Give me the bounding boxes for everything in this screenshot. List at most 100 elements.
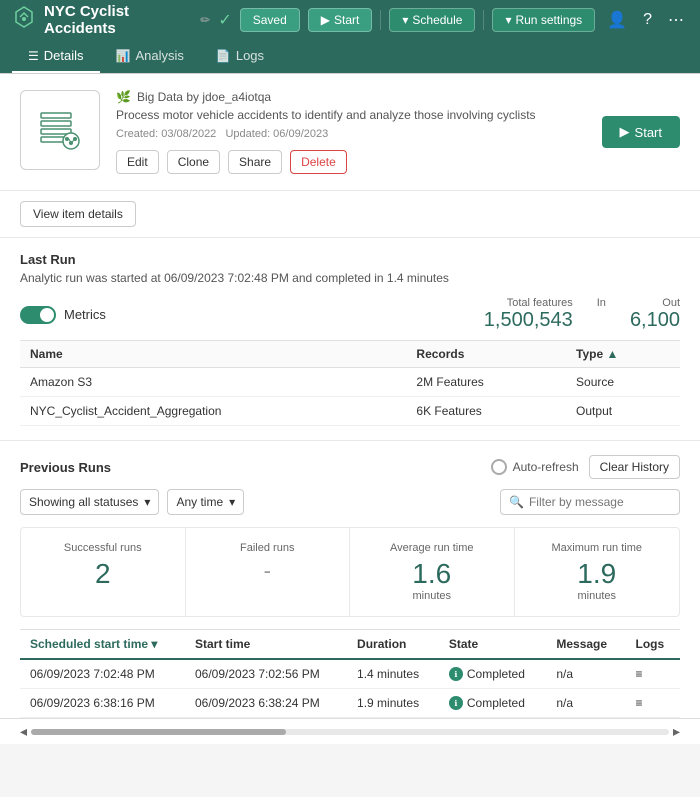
status-filter-chevron: ▾ <box>144 495 150 509</box>
schedule-button[interactable]: ▾ Schedule <box>389 8 475 32</box>
item-icon-box <box>20 90 100 170</box>
in-label: In <box>597 297 606 309</box>
out-label: Out <box>630 297 680 309</box>
help-icon-button[interactable]: ? <box>639 7 656 33</box>
metrics-toggle[interactable] <box>20 306 56 324</box>
run-row: 06/09/2023 6:38:16 PM 06/09/2023 6:38:24… <box>20 689 680 718</box>
state-label: Completed <box>467 696 525 710</box>
app-header: NYC Cyclist Accidents ✏ ✓ Saved ▶ Start … <box>0 0 700 40</box>
delete-button[interactable]: Delete <box>290 150 347 174</box>
edit-button[interactable]: Edit <box>116 150 159 174</box>
last-run-title: Last Run <box>20 252 680 267</box>
table-row: Amazon S3 2M Features Source <box>20 368 680 397</box>
tab-analysis[interactable]: 📊 Analysis <box>100 40 200 73</box>
run-start-time: 06/09/2023 6:38:24 PM <box>185 689 347 718</box>
run-logs[interactable]: ≡ <box>625 659 680 689</box>
saved-button[interactable]: Saved <box>240 8 300 32</box>
header-divider <box>380 10 381 30</box>
tab-details[interactable]: ☰ Details <box>12 40 100 73</box>
total-features-group: Total features 1,500,543 <box>484 297 573 332</box>
previous-runs-title: Previous Runs <box>20 460 111 475</box>
share-button[interactable]: Share <box>228 150 282 174</box>
max-run-time-stat: Maximum run time 1.9 minutes <box>515 528 680 616</box>
col-state[interactable]: State <box>439 630 546 660</box>
auto-refresh-radio[interactable] <box>491 459 507 475</box>
toggle-thumb <box>40 308 54 322</box>
max-run-time-label: Maximum run time <box>527 542 668 554</box>
run-scheduled: 06/09/2023 7:02:48 PM <box>20 659 185 689</box>
header-divider-2 <box>483 10 484 30</box>
runs-table: Scheduled start time ▾ Start time Durati… <box>20 629 680 718</box>
app-logo <box>12 5 36 35</box>
col-duration[interactable]: Duration <box>347 630 439 660</box>
row-name: NYC_Cyclist_Accident_Aggregation <box>20 397 406 426</box>
user-icon-button[interactable]: 👤 <box>603 6 631 34</box>
edit-title-icon[interactable]: ✏ <box>200 13 210 27</box>
out-group: Out 6,100 <box>630 297 680 332</box>
scroll-right-arrow[interactable]: ▸ <box>673 723 680 740</box>
max-run-time-unit: minutes <box>527 590 668 602</box>
run-row: 06/09/2023 7:02:48 PM 06/09/2023 7:02:56… <box>20 659 680 689</box>
row-type: Source <box>566 368 680 397</box>
nav-tabs: ☰ Details 📊 Analysis 📄 Logs <box>0 40 700 74</box>
col-scheduled-start[interactable]: Scheduled start time ▾ <box>20 630 185 660</box>
failed-runs-stat: Failed runs - <box>186 528 351 616</box>
scroll-thumb <box>31 729 286 735</box>
avg-run-time-stat: Average run time 1.6 minutes <box>350 528 515 616</box>
clear-history-button[interactable]: Clear History <box>589 455 680 479</box>
message-search-input[interactable] <box>529 495 671 509</box>
successful-runs-value: 2 <box>33 560 173 588</box>
run-scheduled: 06/09/2023 6:38:16 PM <box>20 689 185 718</box>
col-message[interactable]: Message <box>546 630 625 660</box>
stats-row: Successful runs 2 Failed runs - Average … <box>20 527 680 617</box>
successful-runs-label: Successful runs <box>33 542 173 554</box>
col-logs[interactable]: Logs <box>625 630 680 660</box>
search-icon: 🔍 <box>509 495 524 509</box>
status-filter[interactable]: Showing all statuses ▾ <box>20 489 159 515</box>
saved-check-icon: ✓ <box>218 10 231 30</box>
info-header: 🌿 Big Data by jdoe_a4iotqa <box>116 90 586 104</box>
start-play-icon: ▶ <box>620 124 630 140</box>
failed-runs-label: Failed runs <box>198 542 338 554</box>
total-features-value: 1,500,543 <box>484 309 573 332</box>
col-start-time[interactable]: Start time <box>185 630 347 660</box>
start-button[interactable]: ▶ Start <box>308 8 373 32</box>
avg-run-time-value: 1.6 <box>362 560 502 588</box>
metrics-label: Metrics <box>64 307 106 322</box>
run-message: n/a <box>546 689 625 718</box>
info-meta: Created: 03/08/2022 Updated: 06/09/2023 <box>116 128 586 140</box>
message-search-box[interactable]: 🔍 <box>500 489 680 515</box>
col-type[interactable]: Type ▲ <box>566 341 680 368</box>
auto-refresh-label: Auto-refresh <box>513 460 579 474</box>
run-settings-button[interactable]: ▾ Run settings <box>492 8 595 32</box>
last-run-section: Last Run Analytic run was started at 06/… <box>0 238 700 441</box>
auto-refresh-group: Auto-refresh <box>491 459 579 475</box>
time-filter[interactable]: Any time ▾ <box>167 489 244 515</box>
previous-runs-section: Previous Runs Auto-refresh Clear History… <box>0 441 700 718</box>
last-run-description: Analytic run was started at 06/09/2023 7… <box>20 271 680 285</box>
more-icon-button[interactable]: ⋯ <box>664 6 688 34</box>
item-icon <box>33 103 87 157</box>
row-records: 2M Features <box>406 368 566 397</box>
row-name: Amazon S3 <box>20 368 406 397</box>
info-description: Process motor vehicle accidents to ident… <box>116 108 586 122</box>
metrics-left: Metrics <box>20 306 106 324</box>
run-start-time: 06/09/2023 7:02:56 PM <box>185 659 347 689</box>
view-item-details-button[interactable]: View item details <box>20 201 136 227</box>
run-logs[interactable]: ≡ <box>625 689 680 718</box>
row-type: Output <box>566 397 680 426</box>
run-state: ℹ Completed <box>439 659 546 689</box>
main-start-button[interactable]: ▶ Start <box>602 116 680 148</box>
main-content: 🌿 Big Data by jdoe_a4iotqa Process motor… <box>0 74 700 744</box>
metrics-row: Metrics Total features 1,500,543 In Out … <box>20 297 680 332</box>
clone-button[interactable]: Clone <box>167 150 220 174</box>
time-filter-chevron: ▾ <box>229 495 235 509</box>
scroll-row: ◂ ▸ <box>0 718 700 744</box>
avg-run-time-unit: minutes <box>362 590 502 602</box>
scroll-left-arrow[interactable]: ◂ <box>20 723 27 740</box>
metrics-right: Total features 1,500,543 In Out 6,100 <box>484 297 680 332</box>
state-dot: ℹ <box>449 696 463 710</box>
tab-logs[interactable]: 📄 Logs <box>200 40 280 73</box>
scroll-track[interactable] <box>31 729 669 735</box>
col-records: Records <box>406 341 566 368</box>
